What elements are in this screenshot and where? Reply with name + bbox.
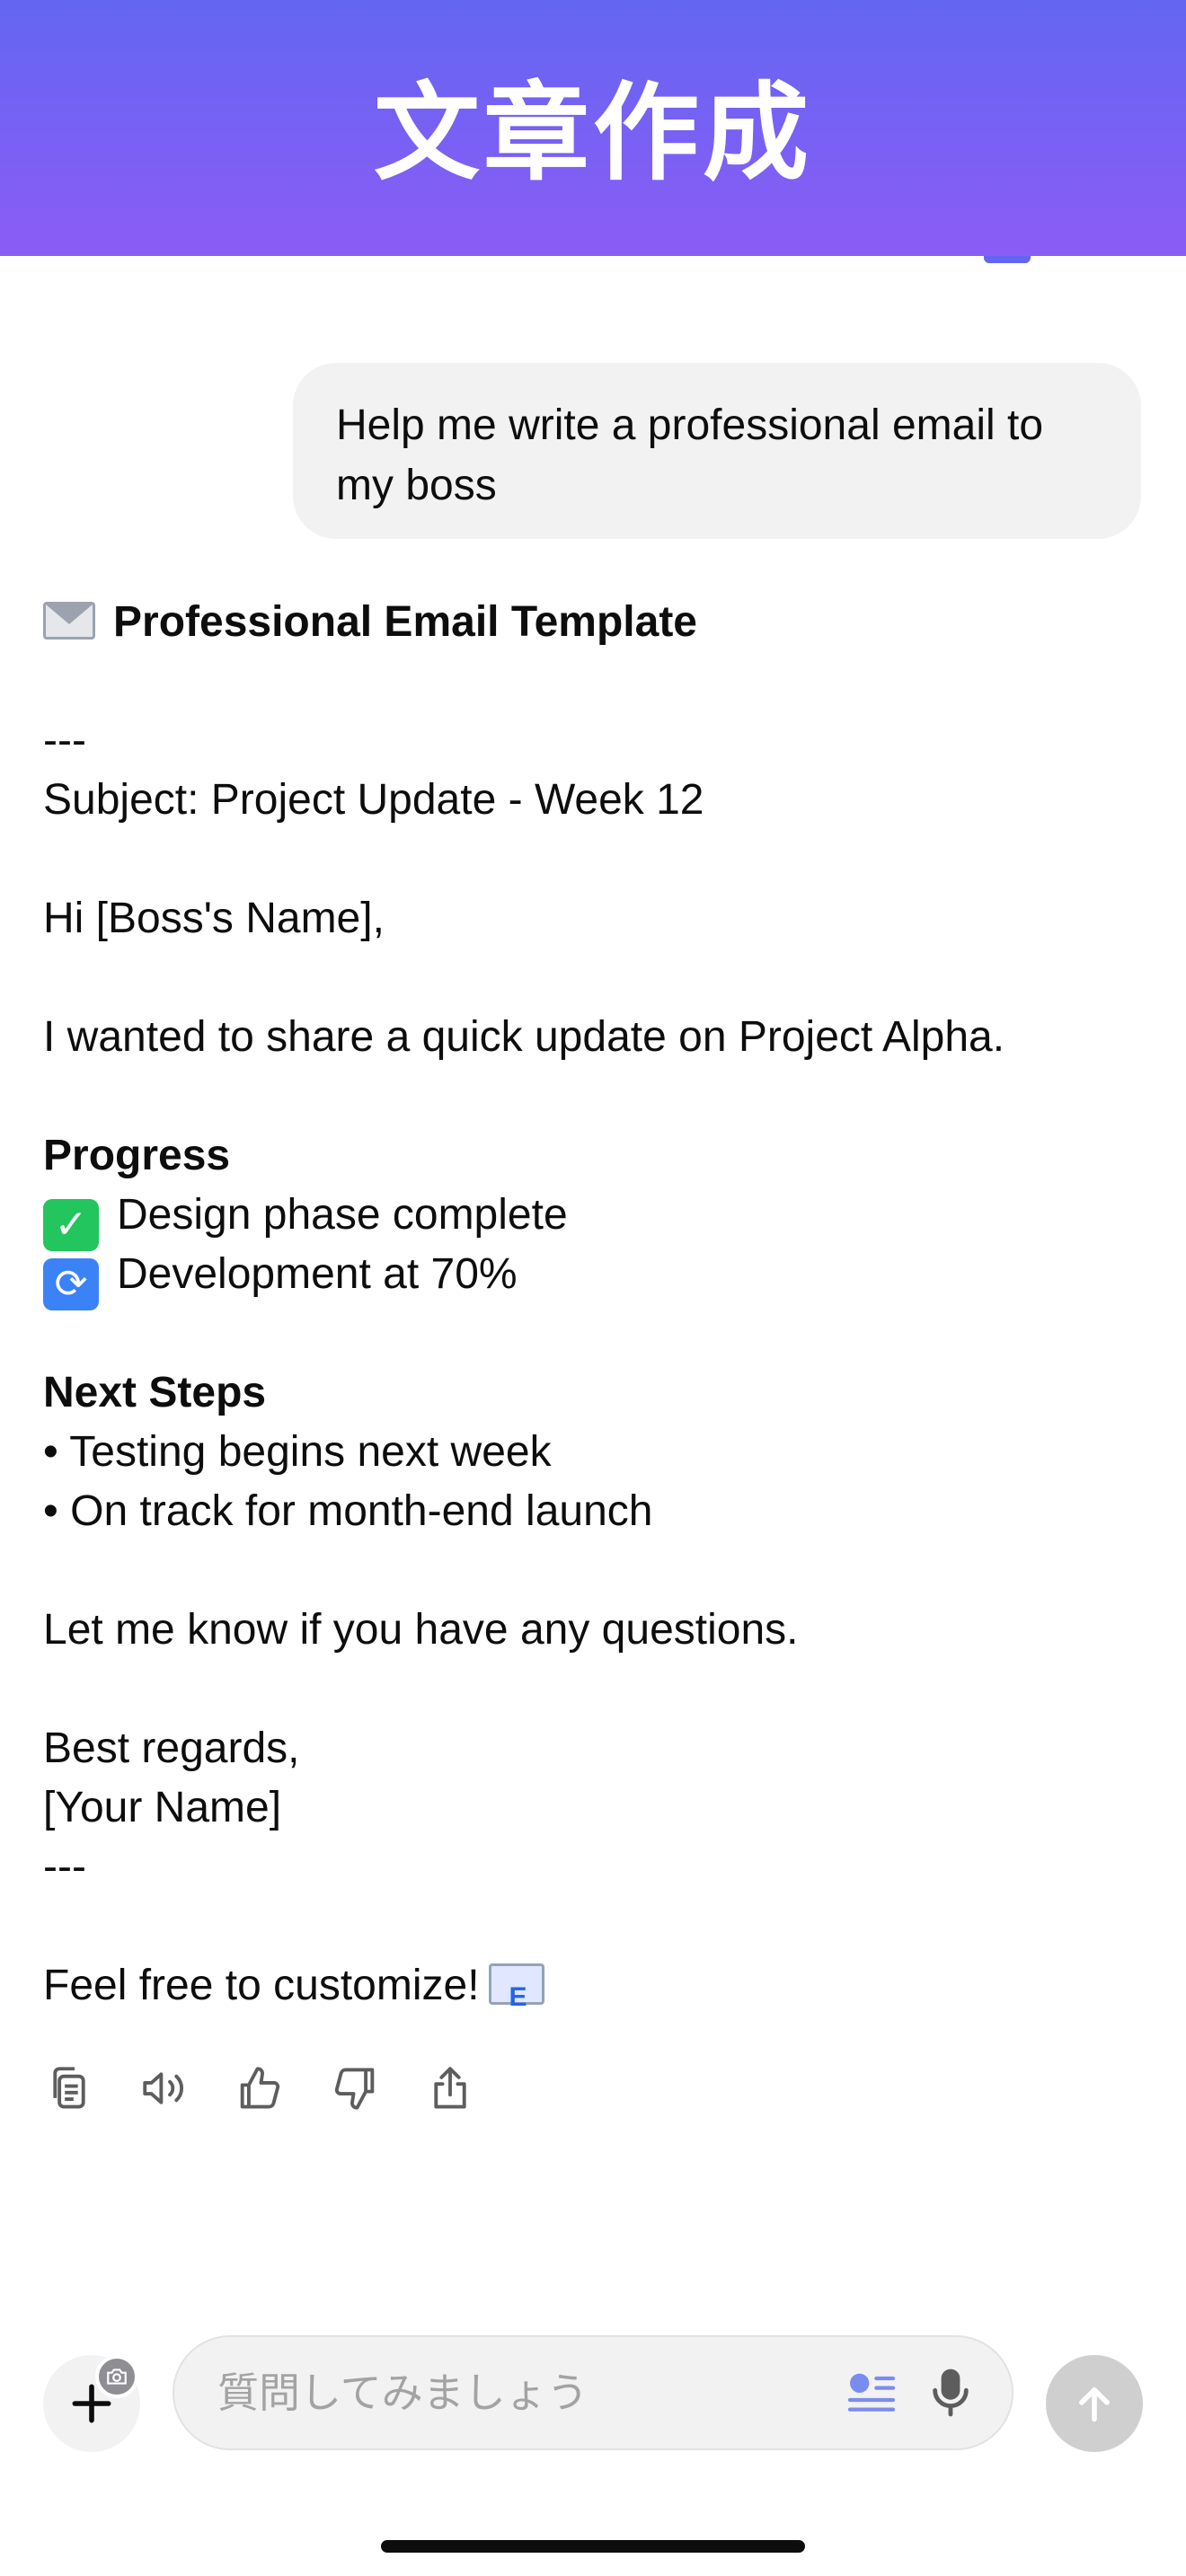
thumbs-up-icon[interactable] — [234, 2062, 286, 2114]
quick-actions-icon[interactable] — [843, 2364, 900, 2422]
response-heading: Professional Email Template — [113, 598, 697, 646]
app-header: 文章作成 — [0, 0, 1186, 256]
next-steps-heading: Next Steps — [43, 1369, 267, 1416]
divider-bottom: --- — [43, 1843, 86, 1891]
user-message-text: Help me write a professional email to my… — [336, 401, 1044, 509]
incoming-envelope-icon — [488, 1963, 544, 2027]
next-steps-item: • Testing begins next week — [43, 1428, 552, 1476]
next-steps-item: • On track for month-end launch — [43, 1487, 653, 1535]
assistant-message: Professional Email Template --- Subject:… — [43, 593, 1148, 2027]
copy-icon[interactable] — [43, 2062, 95, 2114]
thumbs-down-icon[interactable] — [329, 2062, 381, 2114]
response-footer: Feel free to customize! — [43, 1962, 480, 2009]
chat-screen: 文章作成 Help me write a professional email … — [0, 0, 1186, 2576]
email-signature: [Your Name] — [43, 1784, 282, 1831]
cycle-arrows-icon: ⟳ — [43, 1258, 99, 1310]
envelope-icon — [43, 602, 95, 640]
email-greeting: Hi [Boss's Name], — [43, 895, 385, 942]
composer-box — [173, 2335, 1013, 2450]
email-subject: Subject: Project Update - Week 12 — [43, 776, 704, 824]
response-footer-line: Feel free to customize! — [43, 1956, 1148, 2027]
closing-question: Let me know if you have any questions. — [43, 1606, 799, 1654]
arrow-up-icon — [1079, 2387, 1110, 2422]
progress-heading: Progress — [43, 1132, 231, 1179]
progress-item-text: Development at 70% — [117, 1250, 518, 1298]
email-intro: I wanted to share a quick update on Proj… — [43, 1013, 1005, 1061]
progress-item-text: Design phase complete — [117, 1191, 568, 1239]
read-aloud-icon[interactable] — [138, 2062, 190, 2114]
progress-item: ⟳ Development at 70% — [43, 1245, 1148, 1310]
email-signoff: Best regards, — [43, 1725, 300, 1772]
camera-icon[interactable] — [95, 2355, 138, 2398]
message-input[interactable] — [217, 2337, 828, 2448]
progress-item: ✓ Design phase complete — [43, 1186, 1148, 1251]
message-actions — [43, 2057, 476, 2120]
share-icon[interactable] — [424, 2062, 476, 2114]
user-message-bubble: Help me write a professional email to my… — [293, 363, 1141, 539]
send-button[interactable] — [1046, 2355, 1143, 2452]
check-mark-icon: ✓ — [43, 1199, 99, 1251]
response-heading-line: Professional Email Template — [43, 593, 1148, 652]
page-title: 文章作成 — [373, 71, 812, 195]
home-indicator[interactable] — [381, 2540, 805, 2553]
header-tab-indicator — [984, 256, 1031, 263]
microphone-icon[interactable] — [922, 2362, 979, 2423]
divider-top: --- — [43, 717, 86, 764]
